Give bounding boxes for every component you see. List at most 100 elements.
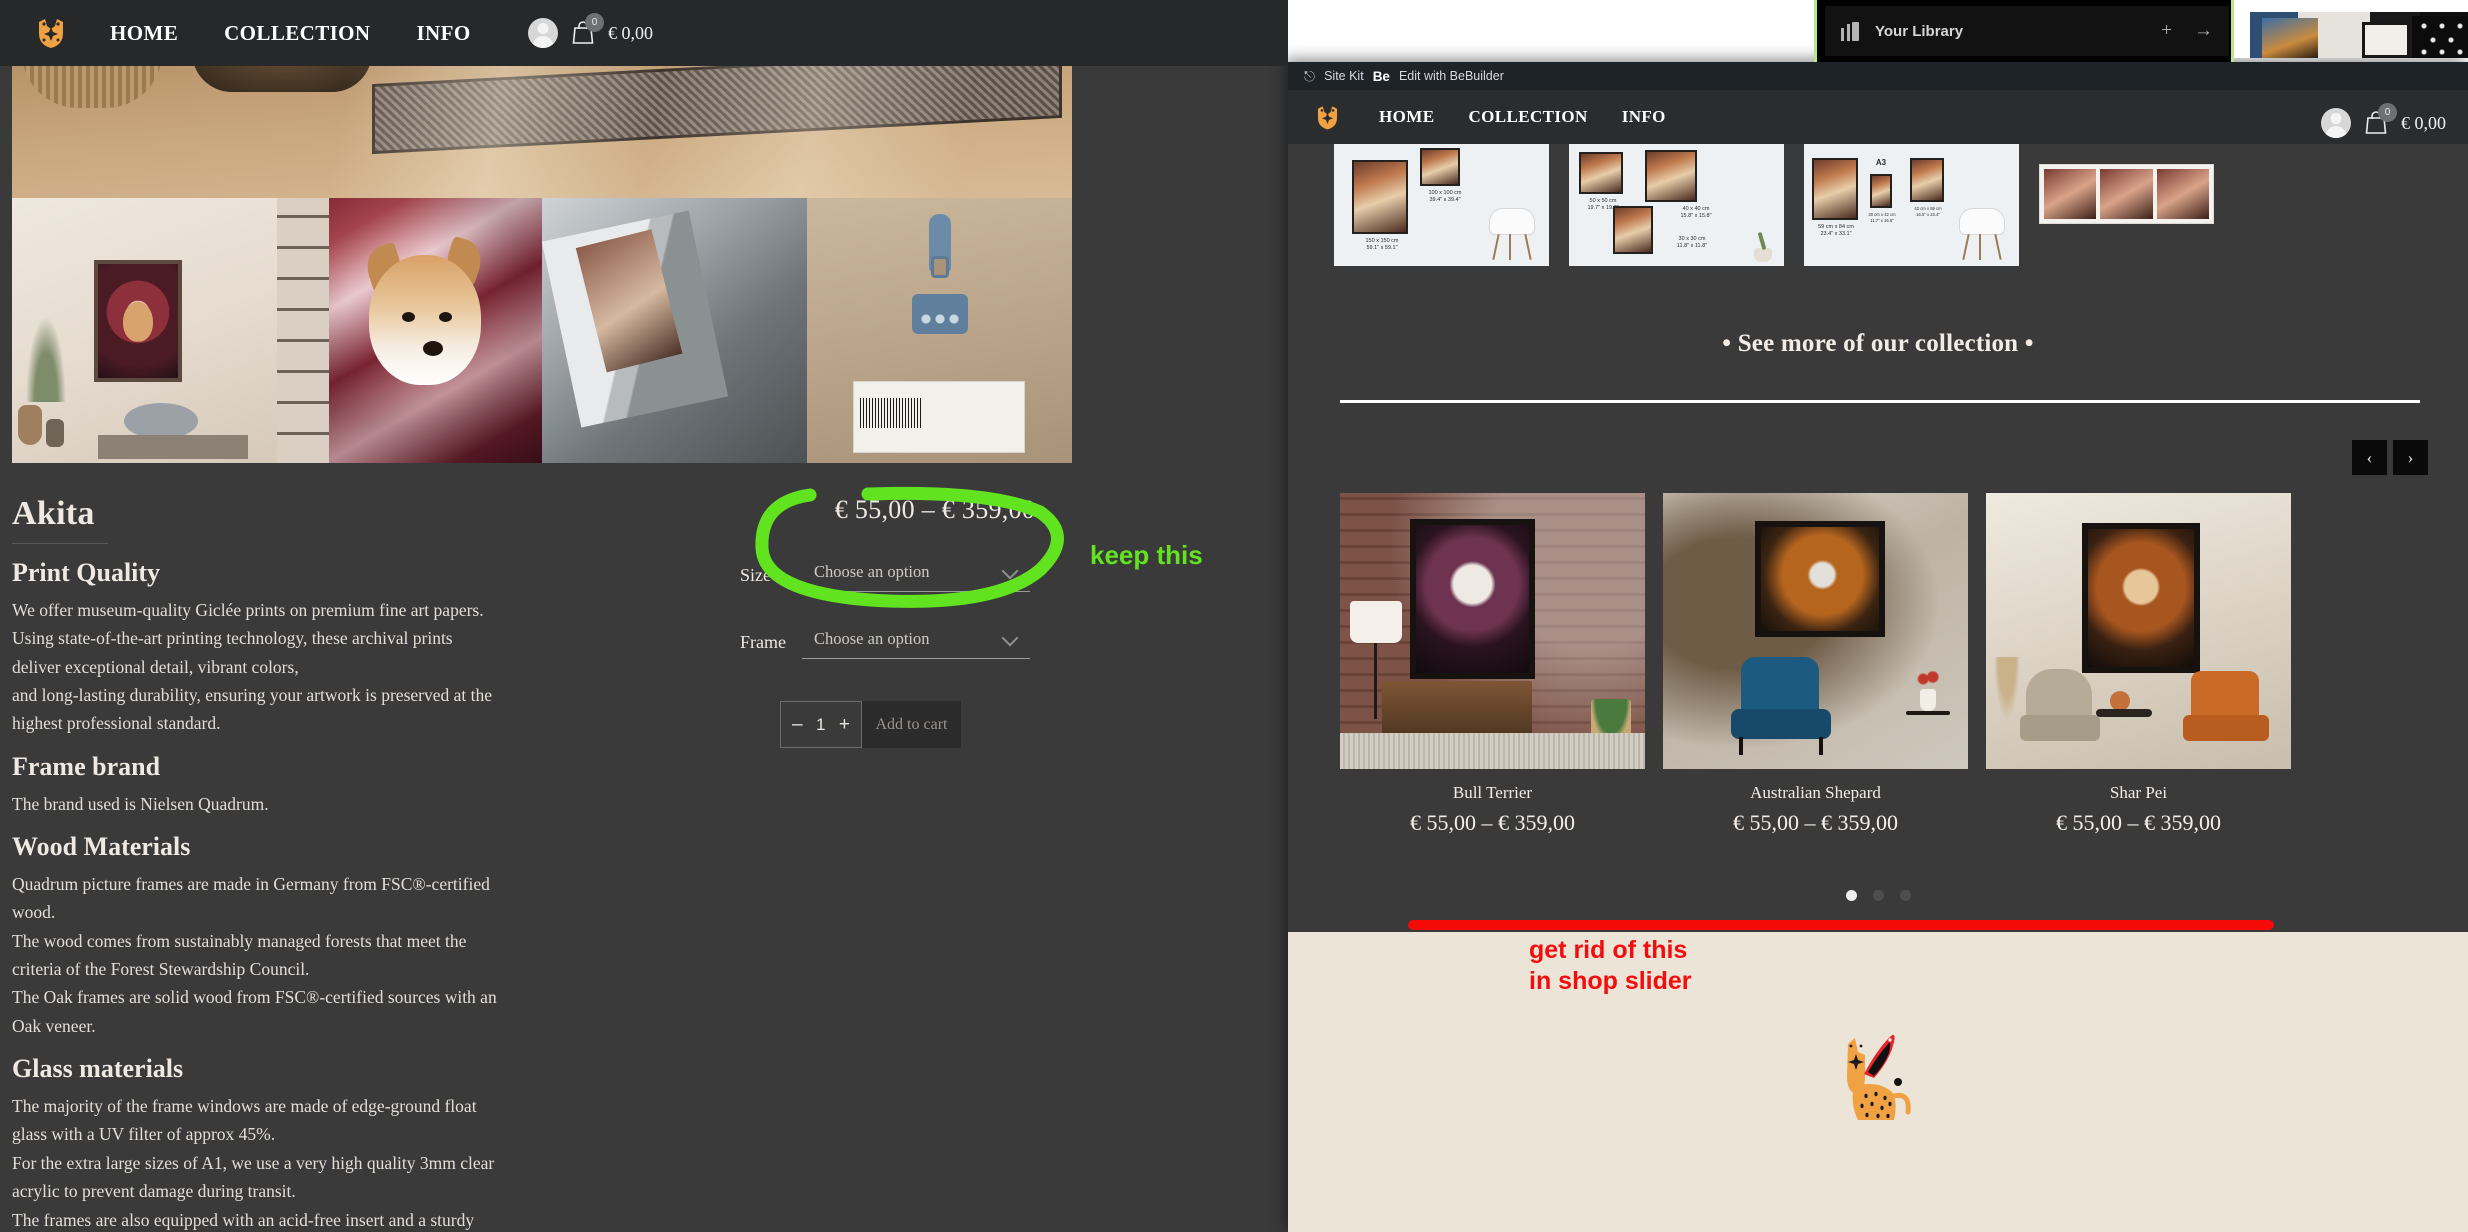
cheetah-logo-icon[interactable] xyxy=(34,16,68,50)
decor-lamp xyxy=(1350,601,1402,643)
variation-label-size: Size xyxy=(740,564,771,585)
size-chart-medium[interactable]: 50 x 50 cm 19.7" x 19.7" 40 x 40 cm 15.8… xyxy=(1569,144,1784,266)
product-slider: Bull Terrier € 55,00 – € 359,00 Australi… xyxy=(1340,493,2430,836)
quantity-decrease-button[interactable]: – xyxy=(792,714,803,736)
nav-item-info[interactable]: INFO xyxy=(1622,107,1666,127)
akita-eye-left xyxy=(401,311,415,322)
frame-select[interactable]: Choose an option xyxy=(802,625,1030,659)
cart-total: € 0,00 xyxy=(608,22,653,43)
product-price-range: € 55,00 – € 359,00 xyxy=(834,495,1036,524)
variation-label-frame: Frame xyxy=(740,631,786,652)
cart-count-badge: 0 xyxy=(585,13,604,32)
user-avatar-icon[interactable] xyxy=(2321,108,2351,138)
product-price: € 55,00 – € 359,00 xyxy=(2056,810,2221,835)
product-card[interactable]: Australian Shepard € 55,00 – € 359,00 xyxy=(1663,493,1968,836)
pagination-dot-3[interactable] xyxy=(1899,890,1911,901)
decor-chair xyxy=(1489,208,1535,260)
product-image-bull-terrier[interactable] xyxy=(1340,493,1645,769)
user-avatar-icon[interactable] xyxy=(528,18,558,48)
decor-armchair xyxy=(1731,657,1831,755)
section-body-glass-materials: The majority of the frame windows are ma… xyxy=(12,1096,495,1230)
photo-viewer-window xyxy=(2234,0,2468,58)
product-image-shar-pei[interactable] xyxy=(1986,493,2291,769)
size-caption-59x84: 59 cm x 84 cm 23.4" x 33.1" xyxy=(1818,224,1854,238)
product-name[interactable]: Australian Shepard xyxy=(1663,783,1968,803)
site-header: HOME COLLECTION INFO 0 € 0,00 xyxy=(0,0,1288,66)
decor-vase-a xyxy=(18,405,42,445)
gallery-thumb-artwork[interactable] xyxy=(277,198,542,463)
decor-plant xyxy=(26,316,66,402)
site-kit-label[interactable]: Site Kit xyxy=(1324,69,1364,83)
cart-count-badge: 0 xyxy=(2378,103,2397,122)
chevron-down-icon xyxy=(1001,562,1019,580)
pagination-dot-1[interactable] xyxy=(1845,890,1857,901)
purchase-panel: € 55,00 – € 359,00 Size Choose an option… xyxy=(740,495,1160,748)
size-chart-thumbnail-row[interactable] xyxy=(2039,164,2214,224)
decor-side-table xyxy=(1906,671,1950,755)
your-library-bar[interactable]: Your Library + → xyxy=(1825,6,2229,56)
size-select-value: Choose an option xyxy=(814,562,930,581)
cart-button[interactable]: 0 xyxy=(2361,103,2397,138)
add-icon[interactable]: + xyxy=(2161,20,2172,42)
decor-dresser xyxy=(1382,681,1532,739)
wall-art-42x59 xyxy=(1910,158,1944,202)
product-card[interactable]: Bull Terrier € 55,00 – € 359,00 xyxy=(1340,493,1645,836)
size-caption-30x42: 30 cm x 42 cm 11.7" x 16.5" xyxy=(1868,212,1896,223)
product-image-australian-shepard[interactable] xyxy=(1663,493,1968,769)
cheetah-logo-icon[interactable] xyxy=(1314,104,1341,131)
cart-total: € 0,00 xyxy=(2401,112,2446,133)
frame-edge xyxy=(542,210,729,428)
cheetah-with-bird-logo-icon xyxy=(1838,1030,1918,1140)
expand-arrow-icon[interactable]: → xyxy=(2194,20,2213,42)
gallery-thumb-room[interactable] xyxy=(12,198,277,463)
quantity-increase-button[interactable]: + xyxy=(839,714,850,736)
size-thumb-1 xyxy=(2044,169,2097,219)
decor-plant xyxy=(1750,231,1776,262)
product-name[interactable]: Shar Pei xyxy=(1986,783,2291,803)
nav-item-collection[interactable]: COLLECTION xyxy=(1468,107,1587,127)
chevron-down-icon xyxy=(1001,629,1019,647)
akita-nose xyxy=(422,341,443,357)
frame-inner-art xyxy=(575,229,683,373)
product-name[interactable]: Bull Terrier xyxy=(1340,783,1645,803)
product-card[interactable]: Shar Pei € 55,00 – € 359,00 xyxy=(1986,493,2291,836)
hanging-bracket-icon xyxy=(911,294,968,334)
cart-controls: – 1 + Add to cart xyxy=(780,701,1160,748)
gallery-thumb-hardware[interactable] xyxy=(807,198,1072,463)
photo-frame-center xyxy=(2362,22,2410,58)
decor-vase-b xyxy=(46,419,64,447)
decor-pampas xyxy=(1992,657,2022,729)
quantity-value[interactable]: 1 xyxy=(816,715,825,735)
slider-next-button[interactable]: › xyxy=(2393,440,2428,475)
nav-item-info[interactable]: INFO xyxy=(416,21,470,46)
size-thumb-3 xyxy=(2156,169,2209,219)
library-title: Your Library xyxy=(1875,22,1964,40)
decor-mat xyxy=(98,435,248,459)
product-title: Akita xyxy=(12,495,95,532)
annotation-strikethrough-slider-price xyxy=(1408,920,2274,930)
framed-artwork xyxy=(2082,523,2200,673)
size-caption-150: 150 x 150 cm 59.1" x 59.1" xyxy=(1365,238,1399,252)
wall-art-150 xyxy=(1352,160,1408,234)
size-caption-100: 100 x 100 cm 39.4" x 39.4" xyxy=(1428,190,1462,204)
wall-art-59x84 xyxy=(1812,158,1858,220)
gallery-thumb-frame-corner[interactable] xyxy=(542,198,807,463)
nav-item-home[interactable]: HOME xyxy=(1379,107,1434,127)
spotify-library-window: Your Library + → xyxy=(1814,0,2234,62)
size-select[interactable]: Choose an option xyxy=(802,558,1030,592)
akita-eye-right xyxy=(438,311,452,322)
nav-item-home[interactable]: HOME xyxy=(110,21,178,46)
size-chart-a-series[interactable]: A3 59 cm x 84 cm 23.4" x 33.1" 30 cm x 4… xyxy=(1804,144,2019,266)
slider-prev-button[interactable]: ‹ xyxy=(2352,440,2387,475)
hanging-hook-icon xyxy=(928,214,951,272)
decor-beige-chair xyxy=(2020,669,2100,757)
photo-frame-left xyxy=(2262,18,2318,58)
nav-item-collection[interactable]: COLLECTION xyxy=(224,21,370,46)
collection-heading: • See more of our collection • xyxy=(1722,330,2034,357)
decor-round-table xyxy=(2096,691,2152,751)
size-chart-large[interactable]: 100 x 100 cm 39.4" x 39.4" 150 x 150 cm … xyxy=(1334,144,1549,266)
bebuilder-label[interactable]: Edit with BeBuilder xyxy=(1399,69,1504,83)
cart-button[interactable]: 0 xyxy=(568,13,604,48)
pagination-dot-2[interactable] xyxy=(1872,890,1884,901)
add-to-cart-button[interactable]: Add to cart xyxy=(862,701,961,748)
